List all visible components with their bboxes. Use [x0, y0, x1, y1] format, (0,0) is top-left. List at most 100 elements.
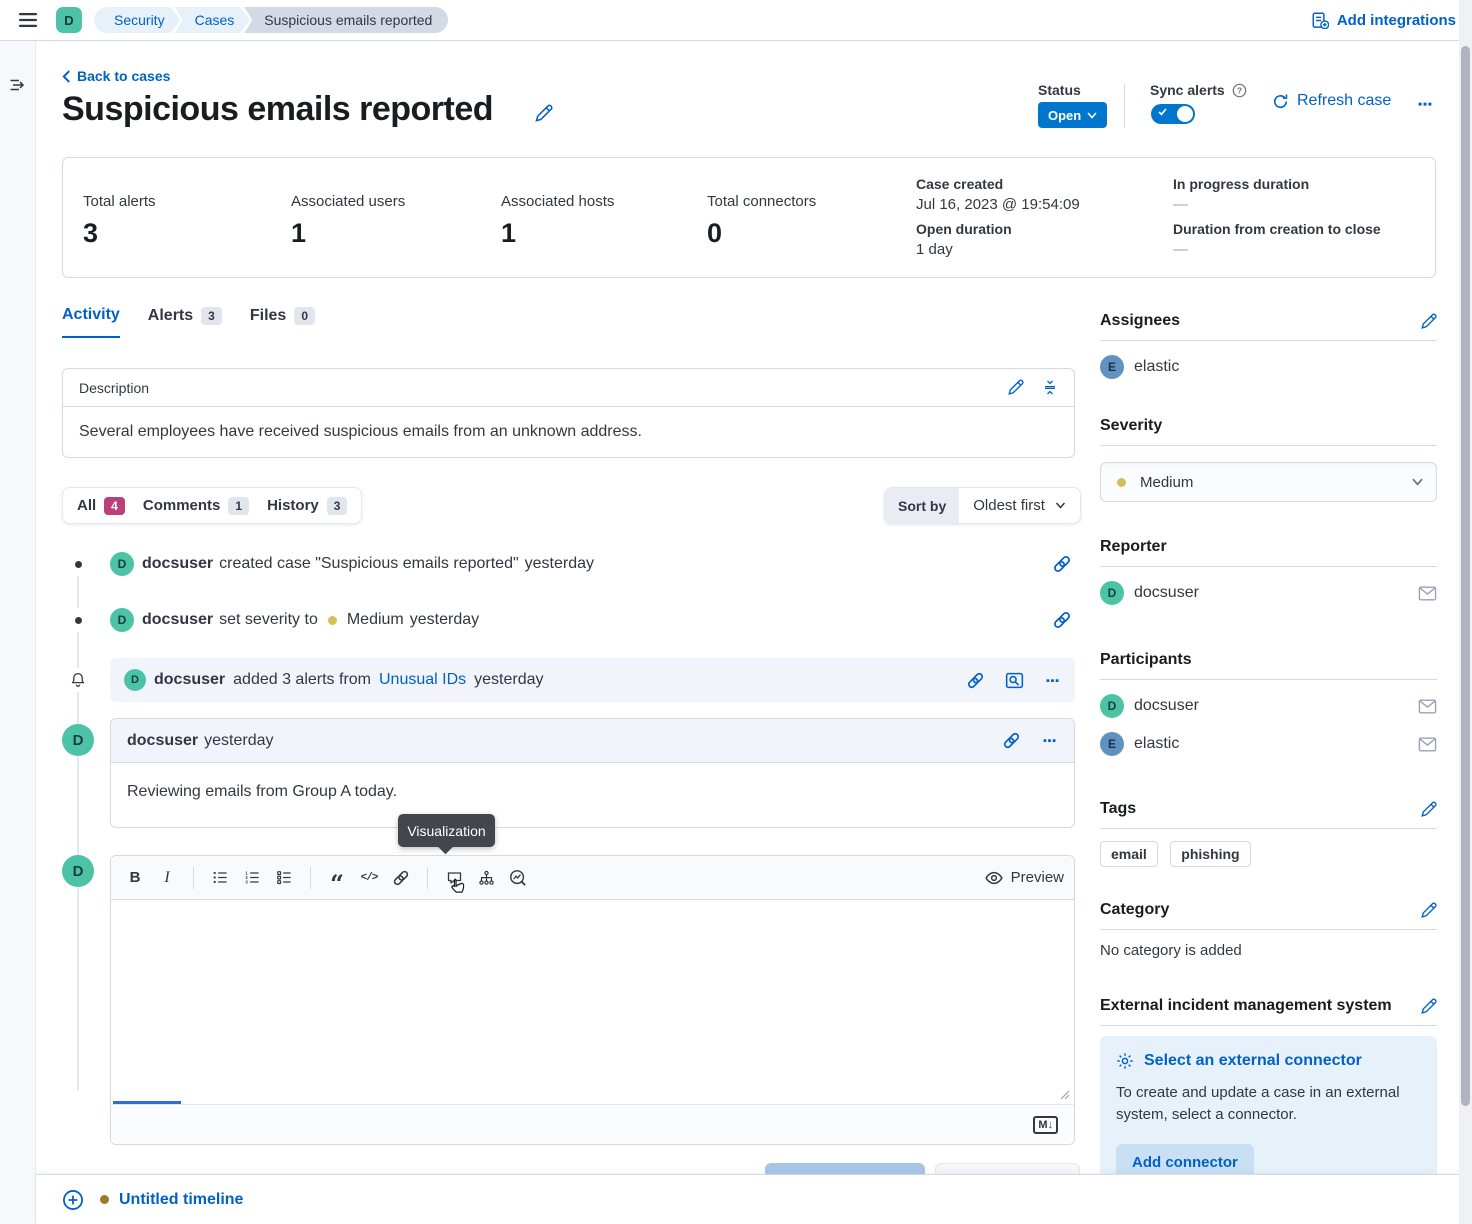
reporter-row: D docsuser — [1100, 581, 1437, 605]
select-connector-link[interactable]: Select an external connector — [1144, 1052, 1362, 1070]
space-avatar[interactable]: D — [56, 7, 82, 33]
actions-menu-icon[interactable] — [1041, 733, 1058, 748]
add-timeline-icon[interactable] — [62, 1189, 84, 1211]
email-icon[interactable] — [1418, 699, 1437, 714]
avatar: E — [1100, 732, 1124, 756]
task-list-icon[interactable] — [270, 864, 298, 892]
link-icon[interactable] — [387, 864, 415, 892]
scrollbar-thumb[interactable] — [1461, 46, 1470, 1106]
editor-toolbar: B I 123 “ </> Preview — [111, 856, 1074, 900]
filter-comments[interactable]: Comments 1 — [143, 497, 249, 515]
unordered-list-icon[interactable] — [206, 864, 234, 892]
edit-assignees-icon[interactable] — [1420, 313, 1437, 330]
activity-item-severity: docsuser set severity to Medium yesterda… — [142, 611, 479, 629]
tab-alerts[interactable]: Alerts 3 — [148, 307, 222, 337]
severity-title: Severity — [1100, 417, 1162, 435]
description-title: Description — [79, 380, 149, 396]
expand-nav-icon[interactable] — [7, 77, 27, 93]
eye-icon — [985, 871, 1003, 885]
sync-alerts-label: Sync alerts ? — [1150, 82, 1247, 98]
connector-callout: Select an external connector To create a… — [1100, 1036, 1437, 1197]
italic-icon[interactable]: I — [153, 864, 181, 892]
filter-all[interactable]: All 4 — [77, 497, 125, 515]
investigate-in-timeline-icon[interactable] — [1005, 671, 1024, 690]
scrollbar[interactable] — [1459, 0, 1472, 1224]
participants-section: Participants D docsuser E elastic — [1100, 651, 1437, 756]
status-dropdown-button[interactable]: Open — [1038, 102, 1107, 128]
code-icon[interactable]: </> — [355, 864, 383, 892]
preview-button[interactable]: Preview — [985, 869, 1064, 886]
back-to-cases-link[interactable]: Back to cases — [62, 68, 170, 84]
visualization-icon[interactable] — [504, 864, 532, 892]
add-integrations-button[interactable]: Add integrations — [1312, 12, 1456, 29]
copy-link-icon[interactable] — [1052, 554, 1072, 574]
unusual-ids-link[interactable]: Unusual IDs — [379, 671, 466, 689]
filter-history[interactable]: History 3 — [267, 497, 347, 515]
collapse-description-icon[interactable] — [1042, 379, 1058, 396]
avatar: D — [62, 855, 94, 887]
bold-icon[interactable]: B — [121, 864, 149, 892]
help-icon[interactable]: ? — [1232, 83, 1247, 98]
copy-link-icon[interactable] — [966, 671, 985, 690]
assignee-row: E elastic — [1100, 355, 1437, 379]
assignee-name: elastic — [1134, 358, 1179, 376]
case-actions-menu-icon[interactable] — [1412, 92, 1438, 116]
quote-icon[interactable]: “ — [323, 864, 351, 892]
breadcrumb-current: Suspicious emails reported — [244, 7, 448, 33]
actions-menu-icon[interactable] — [1044, 673, 1061, 688]
activity-time: yesterday — [525, 555, 594, 573]
tab-alerts-label: Alerts — [148, 307, 193, 325]
stat-label: Total alerts — [83, 193, 156, 210]
filter-all-label: All — [77, 497, 96, 514]
stat-value: 1 — [501, 218, 614, 249]
tag-badge: phishing — [1170, 841, 1250, 867]
avatar: E — [1100, 355, 1124, 379]
activity-action: created case "Suspicious emails reported… — [219, 555, 519, 573]
edit-category-icon[interactable] — [1420, 902, 1437, 919]
cases-tree-icon[interactable] — [472, 864, 500, 892]
sort-order-select[interactable]: Oldest first — [959, 488, 1080, 523]
refresh-icon — [1272, 93, 1289, 110]
case-tabs: Activity Alerts 3 Files 0 — [62, 306, 315, 338]
refresh-case-button[interactable]: Refresh case — [1272, 92, 1391, 110]
external-system-title: External incident management system — [1100, 997, 1392, 1015]
description-body: Several employees have received suspicio… — [63, 407, 1074, 457]
copy-link-icon[interactable] — [1052, 610, 1072, 630]
reporter-name: docsuser — [1134, 584, 1199, 602]
edit-description-icon[interactable] — [1007, 379, 1024, 396]
sort-order-value: Oldest first — [973, 497, 1045, 514]
refresh-case-label: Refresh case — [1297, 92, 1391, 110]
ordered-list-icon[interactable]: 123 — [238, 864, 266, 892]
comment-textarea[interactable] — [111, 900, 1074, 1104]
edit-title-icon[interactable] — [534, 104, 553, 123]
case-stats-panel: Total alerts 3 Associated users 1 Associ… — [62, 157, 1436, 278]
email-icon[interactable] — [1418, 737, 1437, 752]
email-icon[interactable] — [1418, 586, 1437, 601]
participant-name: docsuser — [1134, 697, 1199, 715]
filter-history-label: History — [267, 497, 319, 514]
edit-connector-icon[interactable] — [1420, 998, 1437, 1015]
svg-text:?: ? — [1237, 85, 1242, 95]
menu-icon[interactable] — [16, 8, 40, 32]
markdown-badge-icon[interactable]: M↓ — [1033, 1116, 1058, 1134]
copy-link-icon[interactable] — [1002, 731, 1021, 750]
connector-help-text: To create and update a case in an extern… — [1116, 1082, 1421, 1126]
untitled-timeline-link[interactable]: Untitled timeline — [119, 1191, 243, 1209]
severity-value: Medium — [1140, 474, 1193, 491]
breadcrumb-cases[interactable]: Cases — [175, 7, 251, 33]
tab-files[interactable]: Files 0 — [250, 307, 315, 337]
resize-handle-icon[interactable] — [1060, 1090, 1070, 1100]
edit-tags-icon[interactable] — [1420, 801, 1437, 818]
editor-focus-bar — [113, 1101, 181, 1104]
timeline-bell-marker — [66, 668, 90, 692]
sync-alerts-toggle[interactable] — [1151, 104, 1195, 124]
breadcrumb-security[interactable]: Security — [94, 7, 181, 33]
durations-group: In progress duration — Duration from cre… — [1173, 176, 1381, 266]
sort-by-label: Sort by — [885, 488, 959, 523]
stat-value: 1 — [291, 218, 405, 249]
tags-title: Tags — [1100, 800, 1136, 818]
severity-select[interactable]: Medium — [1100, 462, 1437, 502]
close-duration-value: — — [1173, 241, 1381, 258]
tab-activity[interactable]: Activity — [62, 306, 120, 338]
activity-item-alerts-added: D docsuser added 3 alerts from Unusual I… — [110, 658, 1075, 702]
